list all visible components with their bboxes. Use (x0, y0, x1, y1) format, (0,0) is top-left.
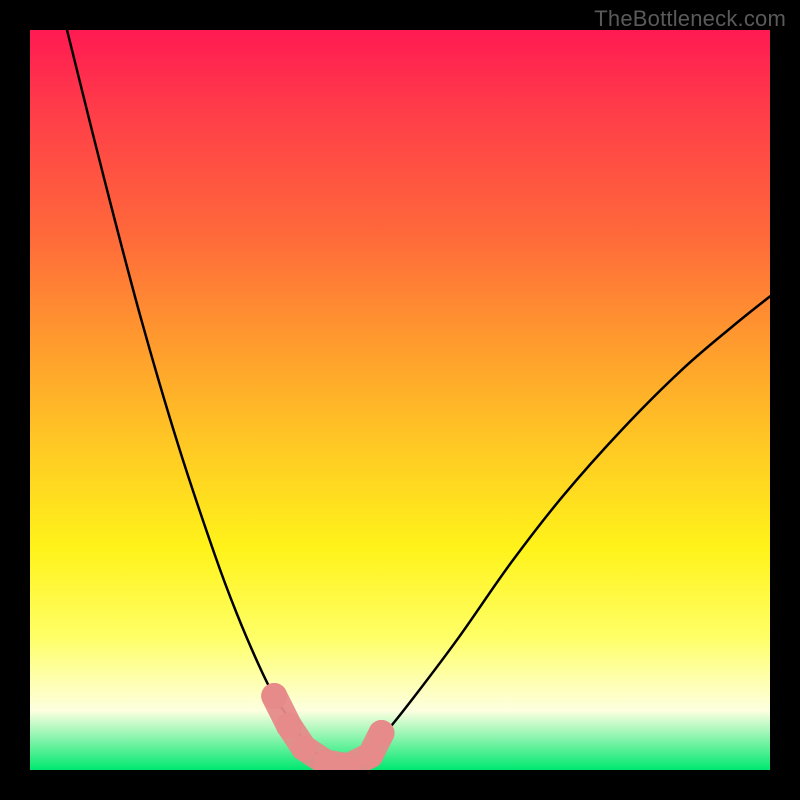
curve-right-arm (341, 296, 770, 770)
marker-dots (261, 683, 394, 770)
chart-plot-area (30, 30, 770, 770)
curve-left-arm (67, 30, 341, 770)
chart-frame: TheBottleneck.com (0, 0, 800, 800)
marker-dot (291, 735, 317, 761)
watermark-text: TheBottleneck.com (594, 6, 786, 32)
marker-dot (357, 742, 383, 768)
marker-dot (261, 683, 287, 709)
chart-overlay (30, 30, 770, 770)
marker-dot (369, 720, 395, 746)
marker-dot (276, 713, 302, 739)
